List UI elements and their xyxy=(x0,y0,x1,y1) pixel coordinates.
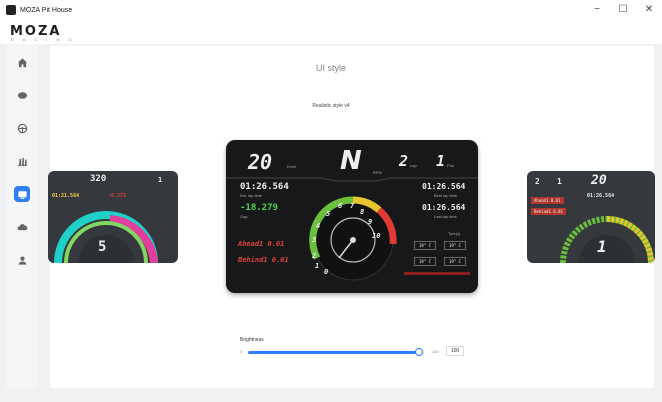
maximize-button[interactable]: ☐ xyxy=(616,3,630,17)
left-rpm-gauge xyxy=(54,211,158,263)
main-delta-label: Gap xyxy=(240,214,248,219)
sidebar-item-cloud[interactable] xyxy=(14,219,30,235)
main-laptime-est-label: Est. lap time xyxy=(240,193,263,198)
dashboard-preview-next[interactable]: 2 1 20 01:26.564 Ahead1 0.01 Behind1 0.0… xyxy=(527,171,655,263)
dashboard-icon xyxy=(17,190,27,199)
minimize-button[interactable]: − xyxy=(590,3,604,17)
moza-logo-sub: R A C I N G xyxy=(11,37,76,42)
rpm-tick-label: 1 xyxy=(315,262,320,270)
rpm-tick-label: 8 xyxy=(360,208,365,216)
right-speed: 20 xyxy=(591,173,607,188)
main-laptime-best-label: Best lap time xyxy=(434,193,458,198)
brightness-slider-handle[interactable] xyxy=(415,348,423,356)
pedals-icon xyxy=(17,157,27,166)
rpm-tick-label: 5 xyxy=(326,210,331,218)
main-lap: 2 xyxy=(399,152,409,170)
section-title: UI style xyxy=(315,63,346,73)
rpm-tick-label: 3 xyxy=(312,236,317,244)
user-icon xyxy=(18,256,26,265)
sidebar-item-steering-wheel[interactable] xyxy=(14,120,30,136)
tyre-temp-fr: 19° C xyxy=(444,241,467,250)
main-laptime-last-label: Last lap time xyxy=(434,214,457,219)
main-gear-sub: RPM xyxy=(373,170,382,175)
app-logo-icon xyxy=(6,5,16,15)
left-pos: 1 xyxy=(158,176,163,184)
tyre-temp-rl: 19° C xyxy=(414,257,437,266)
rpm-tick-label: 0 xyxy=(324,268,329,276)
main-speed-unit: Km/h xyxy=(287,164,297,169)
left-laptime: 01:21.564 xyxy=(52,193,80,199)
rpm-tick-label: 6 xyxy=(338,202,343,210)
brightness-max: 100 xyxy=(432,349,439,354)
rpm-tick-label: 7 xyxy=(350,202,355,210)
rpm-tick-label: 10 xyxy=(372,232,381,240)
main-laptime-est: 01:26.564 xyxy=(240,182,289,192)
tyre-temp-fl: 19° C xyxy=(414,241,437,250)
brightness-slider-fill xyxy=(248,351,419,354)
main-speed: 20 xyxy=(248,150,273,174)
sidebar-item-user[interactable] xyxy=(14,252,30,268)
right-gear: 1 xyxy=(597,237,607,256)
fuel-bar xyxy=(404,272,470,275)
sidebar-item-dashboard[interactable] xyxy=(14,186,30,202)
main-laptime-last: 01:26.564 xyxy=(422,203,466,212)
tyre-temp-rr: 19° C xyxy=(444,257,467,266)
cloud-icon xyxy=(17,223,27,230)
sidebar-item-pedals[interactable] xyxy=(14,153,30,169)
main-delta: -18.279 xyxy=(240,203,278,213)
rpm-tick-label: 9 xyxy=(368,218,373,226)
right-laptime: 01:26.564 xyxy=(587,193,615,199)
close-button[interactable]: ✕ xyxy=(642,3,656,17)
main-ahead: Ahead1 0.01 xyxy=(238,240,285,248)
title-bar: MOZA Pit House − ☐ ✕ xyxy=(0,0,662,20)
main-laptime-best: 01:26.564 xyxy=(422,182,466,191)
main-pos: 1 xyxy=(436,152,446,170)
wheelbase-icon xyxy=(17,91,27,99)
dashboard-preview-selected[interactable]: 20 Km/h N RPM 2 Lap 1 Pos 01:26.564 Est.… xyxy=(226,140,478,293)
rpm-tick-label: 4 xyxy=(316,222,321,230)
left-speed: 320 xyxy=(90,174,107,184)
brightness-value-input[interactable]: 100 xyxy=(446,346,464,356)
rpm-tick-label: 2 xyxy=(312,252,317,260)
brightness-min: 0 xyxy=(240,349,243,354)
tyre-label: Tyre(s) xyxy=(448,231,461,236)
left-gear: 5 xyxy=(98,239,107,255)
right-ahead: Ahead1 0.01 xyxy=(531,197,564,204)
window-title: MOZA Pit House xyxy=(20,6,73,14)
main-gear: N xyxy=(340,146,362,176)
right-gear-small: 1 xyxy=(557,177,562,186)
sidebar-item-wheelbase[interactable] xyxy=(14,87,30,103)
right-lap: 2 xyxy=(535,177,540,186)
brightness-label: Brightness xyxy=(240,337,264,343)
sidebar xyxy=(6,44,38,388)
brand-bar xyxy=(0,20,662,44)
main-pos-unit: Pos xyxy=(447,163,454,168)
main-behind: Behind1 0.01 xyxy=(238,256,289,264)
steering-wheel-icon xyxy=(17,123,27,133)
left-delta: -0.273 xyxy=(108,193,127,199)
selected-style-name: Realistic style v4 xyxy=(312,103,350,109)
dashboard-preview-previous[interactable]: 320 1 01:21.564 -0.273 5 xyxy=(48,171,178,263)
main-lap-unit: Lap xyxy=(410,163,417,168)
